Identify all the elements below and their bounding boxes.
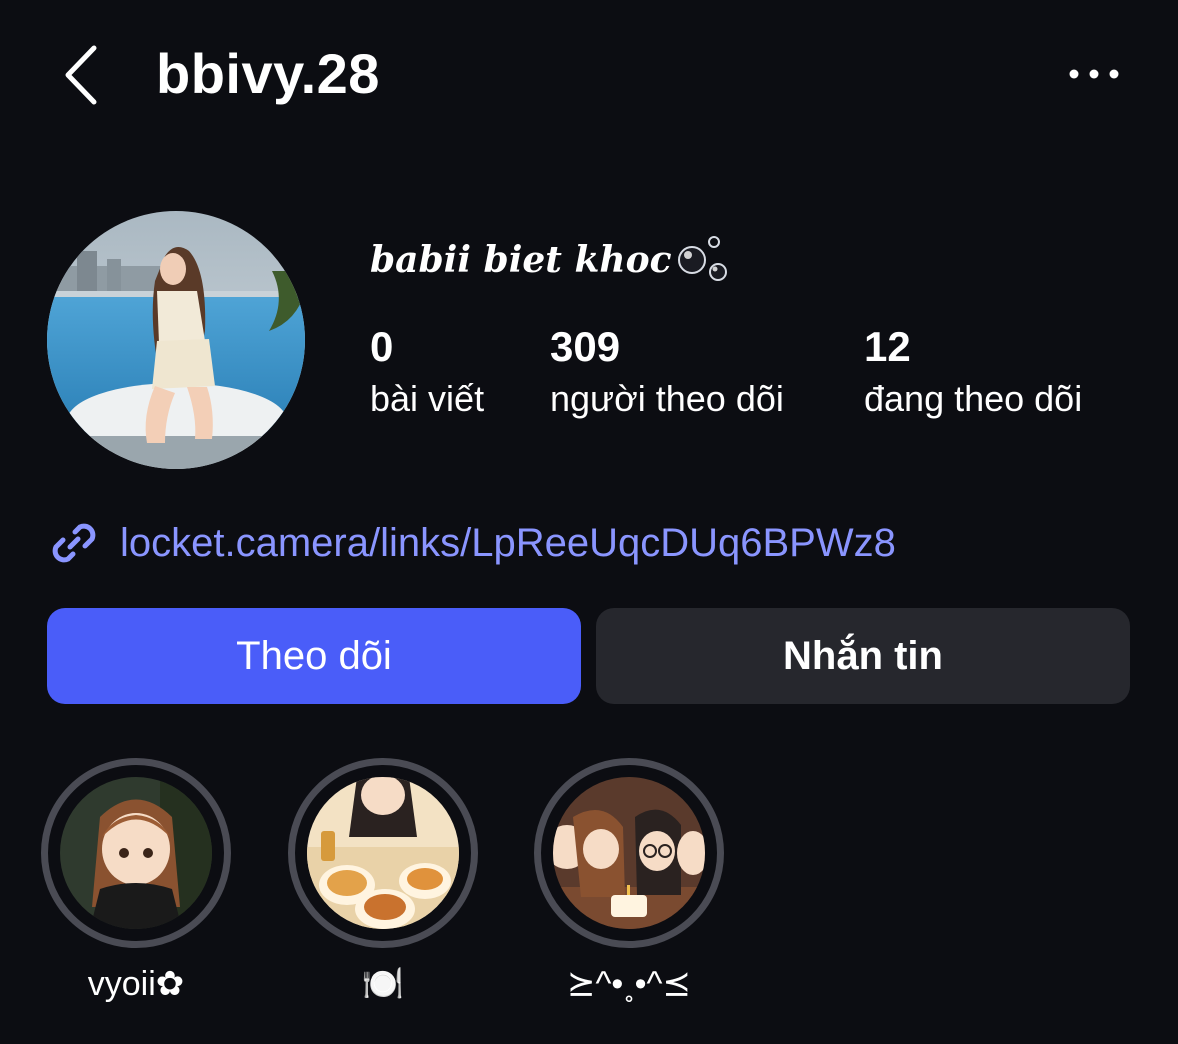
highlight-ring <box>41 758 231 948</box>
posts-count: 0 <box>370 323 394 370</box>
chevron-left-icon <box>65 45 97 105</box>
profile-header: bbivy.28 <box>0 0 1178 150</box>
following-count: 12 <box>864 323 911 370</box>
avatar-photo <box>47 211 305 469</box>
highlight-item[interactable]: 🍽️ <box>288 758 478 1008</box>
highlight-label: ⪰^•˳•^⪯ <box>566 965 691 1003</box>
profile-link[interactable]: locket.camera/links/LpReeUqcDUq6BPWz8 <box>48 516 896 570</box>
more-options-button[interactable] <box>1062 56 1126 92</box>
highlight-item[interactable]: vyoii✿ <box>41 758 231 1008</box>
link-icon <box>52 523 96 563</box>
highlight-item[interactable]: ⪰^•˳•^⪯ <box>534 758 724 1008</box>
highlight-cover <box>60 777 212 929</box>
highlight-cover <box>553 777 705 929</box>
highlight-ring <box>288 758 478 948</box>
following-label: đang theo dõi <box>864 378 1083 419</box>
back-button[interactable] <box>56 40 112 110</box>
profile-display-name: babii biet khoc <box>370 232 730 288</box>
stat-followers[interactable]: 309 người theo dõi <box>550 322 784 426</box>
followers-count: 309 <box>550 323 621 370</box>
message-button[interactable]: Nhắn tin <box>596 608 1130 704</box>
profile-username: bbivy.28 <box>156 42 380 105</box>
profile-link-text: locket.camera/links/LpReeUqcDUq6BPWz8 <box>120 521 896 565</box>
highlight-cover <box>307 777 459 929</box>
stat-following[interactable]: 12 đang theo dõi <box>864 322 1082 426</box>
highlight-label: 🍽️ <box>361 965 405 1003</box>
display-name-text: babii biet khoc <box>370 239 672 281</box>
stat-posts[interactable]: 0 bài viết <box>370 322 484 426</box>
profile-avatar[interactable] <box>47 211 305 469</box>
more-icon <box>1069 69 1119 79</box>
highlight-ring <box>534 758 724 948</box>
posts-label: bài viết <box>370 378 485 419</box>
bubbles-icon <box>677 236 727 281</box>
followers-label: người theo dõi <box>550 378 784 419</box>
highlight-label: vyoii✿ <box>87 965 185 1003</box>
follow-button[interactable]: Theo dõi <box>47 608 581 704</box>
